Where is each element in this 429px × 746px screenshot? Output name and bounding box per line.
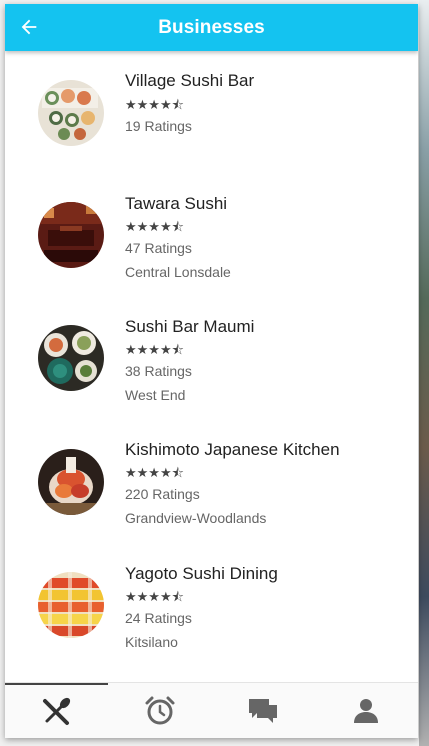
page-title: Businesses	[158, 17, 265, 38]
business-photo	[38, 325, 104, 391]
star-rating: ★★★★⯪	[125, 98, 184, 113]
business-name: Yagoto Sushi Dining	[125, 564, 278, 583]
app-window: Businesses Village Sushi Bar ★★★★⯪ 19 Ra…	[5, 4, 418, 738]
tab-reminders[interactable]	[108, 683, 211, 738]
list-item[interactable]: Village Sushi Bar ★★★★⯪ 19 Ratings	[5, 51, 418, 171]
business-name: Tawara Sushi	[125, 194, 228, 213]
star-rating: ★★★★⯪	[125, 343, 184, 358]
business-photo	[38, 202, 104, 268]
list-item[interactable]: Kishimoto Japanese Kitchen ★★★★⯪ 220 Rat…	[5, 420, 418, 540]
chat-bubbles-icon	[248, 699, 277, 723]
business-name: Village Sushi Bar	[125, 71, 255, 90]
list-item[interactable]: Yagoto Sushi Dining ★★★★⯪ 24 Ratings Kit…	[5, 544, 418, 664]
ratings-count: 19 Ratings	[125, 118, 192, 134]
business-name: Kishimoto Japanese Kitchen	[125, 440, 340, 459]
business-photo	[38, 449, 104, 515]
tab-messages[interactable]	[211, 683, 314, 738]
neighborhood: Kitsilano	[125, 634, 178, 650]
business-photo	[38, 80, 104, 146]
bottom-navigation	[5, 682, 418, 738]
tab-restaurants[interactable]	[5, 683, 108, 738]
ratings-count: 24 Ratings	[125, 610, 192, 626]
list-item[interactable]: Sushi Bar Maumi ★★★★⯪ 38 Ratings West En…	[5, 297, 418, 417]
neighborhood: Central Lonsdale	[125, 264, 231, 280]
background-app-strip	[419, 0, 429, 746]
ratings-count: 38 Ratings	[125, 363, 192, 379]
list-item[interactable]: Tawara Sushi ★★★★⯪ 47 Ratings Central Lo…	[5, 174, 418, 294]
neighborhood: West End	[125, 387, 186, 403]
neighborhood: Grandview-Woodlands	[125, 510, 267, 526]
star-rating: ★★★★⯪	[125, 466, 184, 481]
app-bar: Businesses	[5, 4, 418, 51]
tab-profile[interactable]	[314, 683, 417, 738]
business-photo	[38, 572, 104, 638]
ratings-count: 220 Ratings	[125, 486, 200, 502]
fork-knife-icon	[42, 697, 70, 725]
person-icon	[353, 699, 378, 723]
star-rating: ★★★★⯪	[125, 590, 184, 605]
ratings-count: 47 Ratings	[125, 240, 192, 256]
business-name: Sushi Bar Maumi	[125, 317, 255, 336]
star-rating: ★★★★⯪	[125, 220, 184, 235]
alarm-clock-icon	[145, 696, 174, 725]
